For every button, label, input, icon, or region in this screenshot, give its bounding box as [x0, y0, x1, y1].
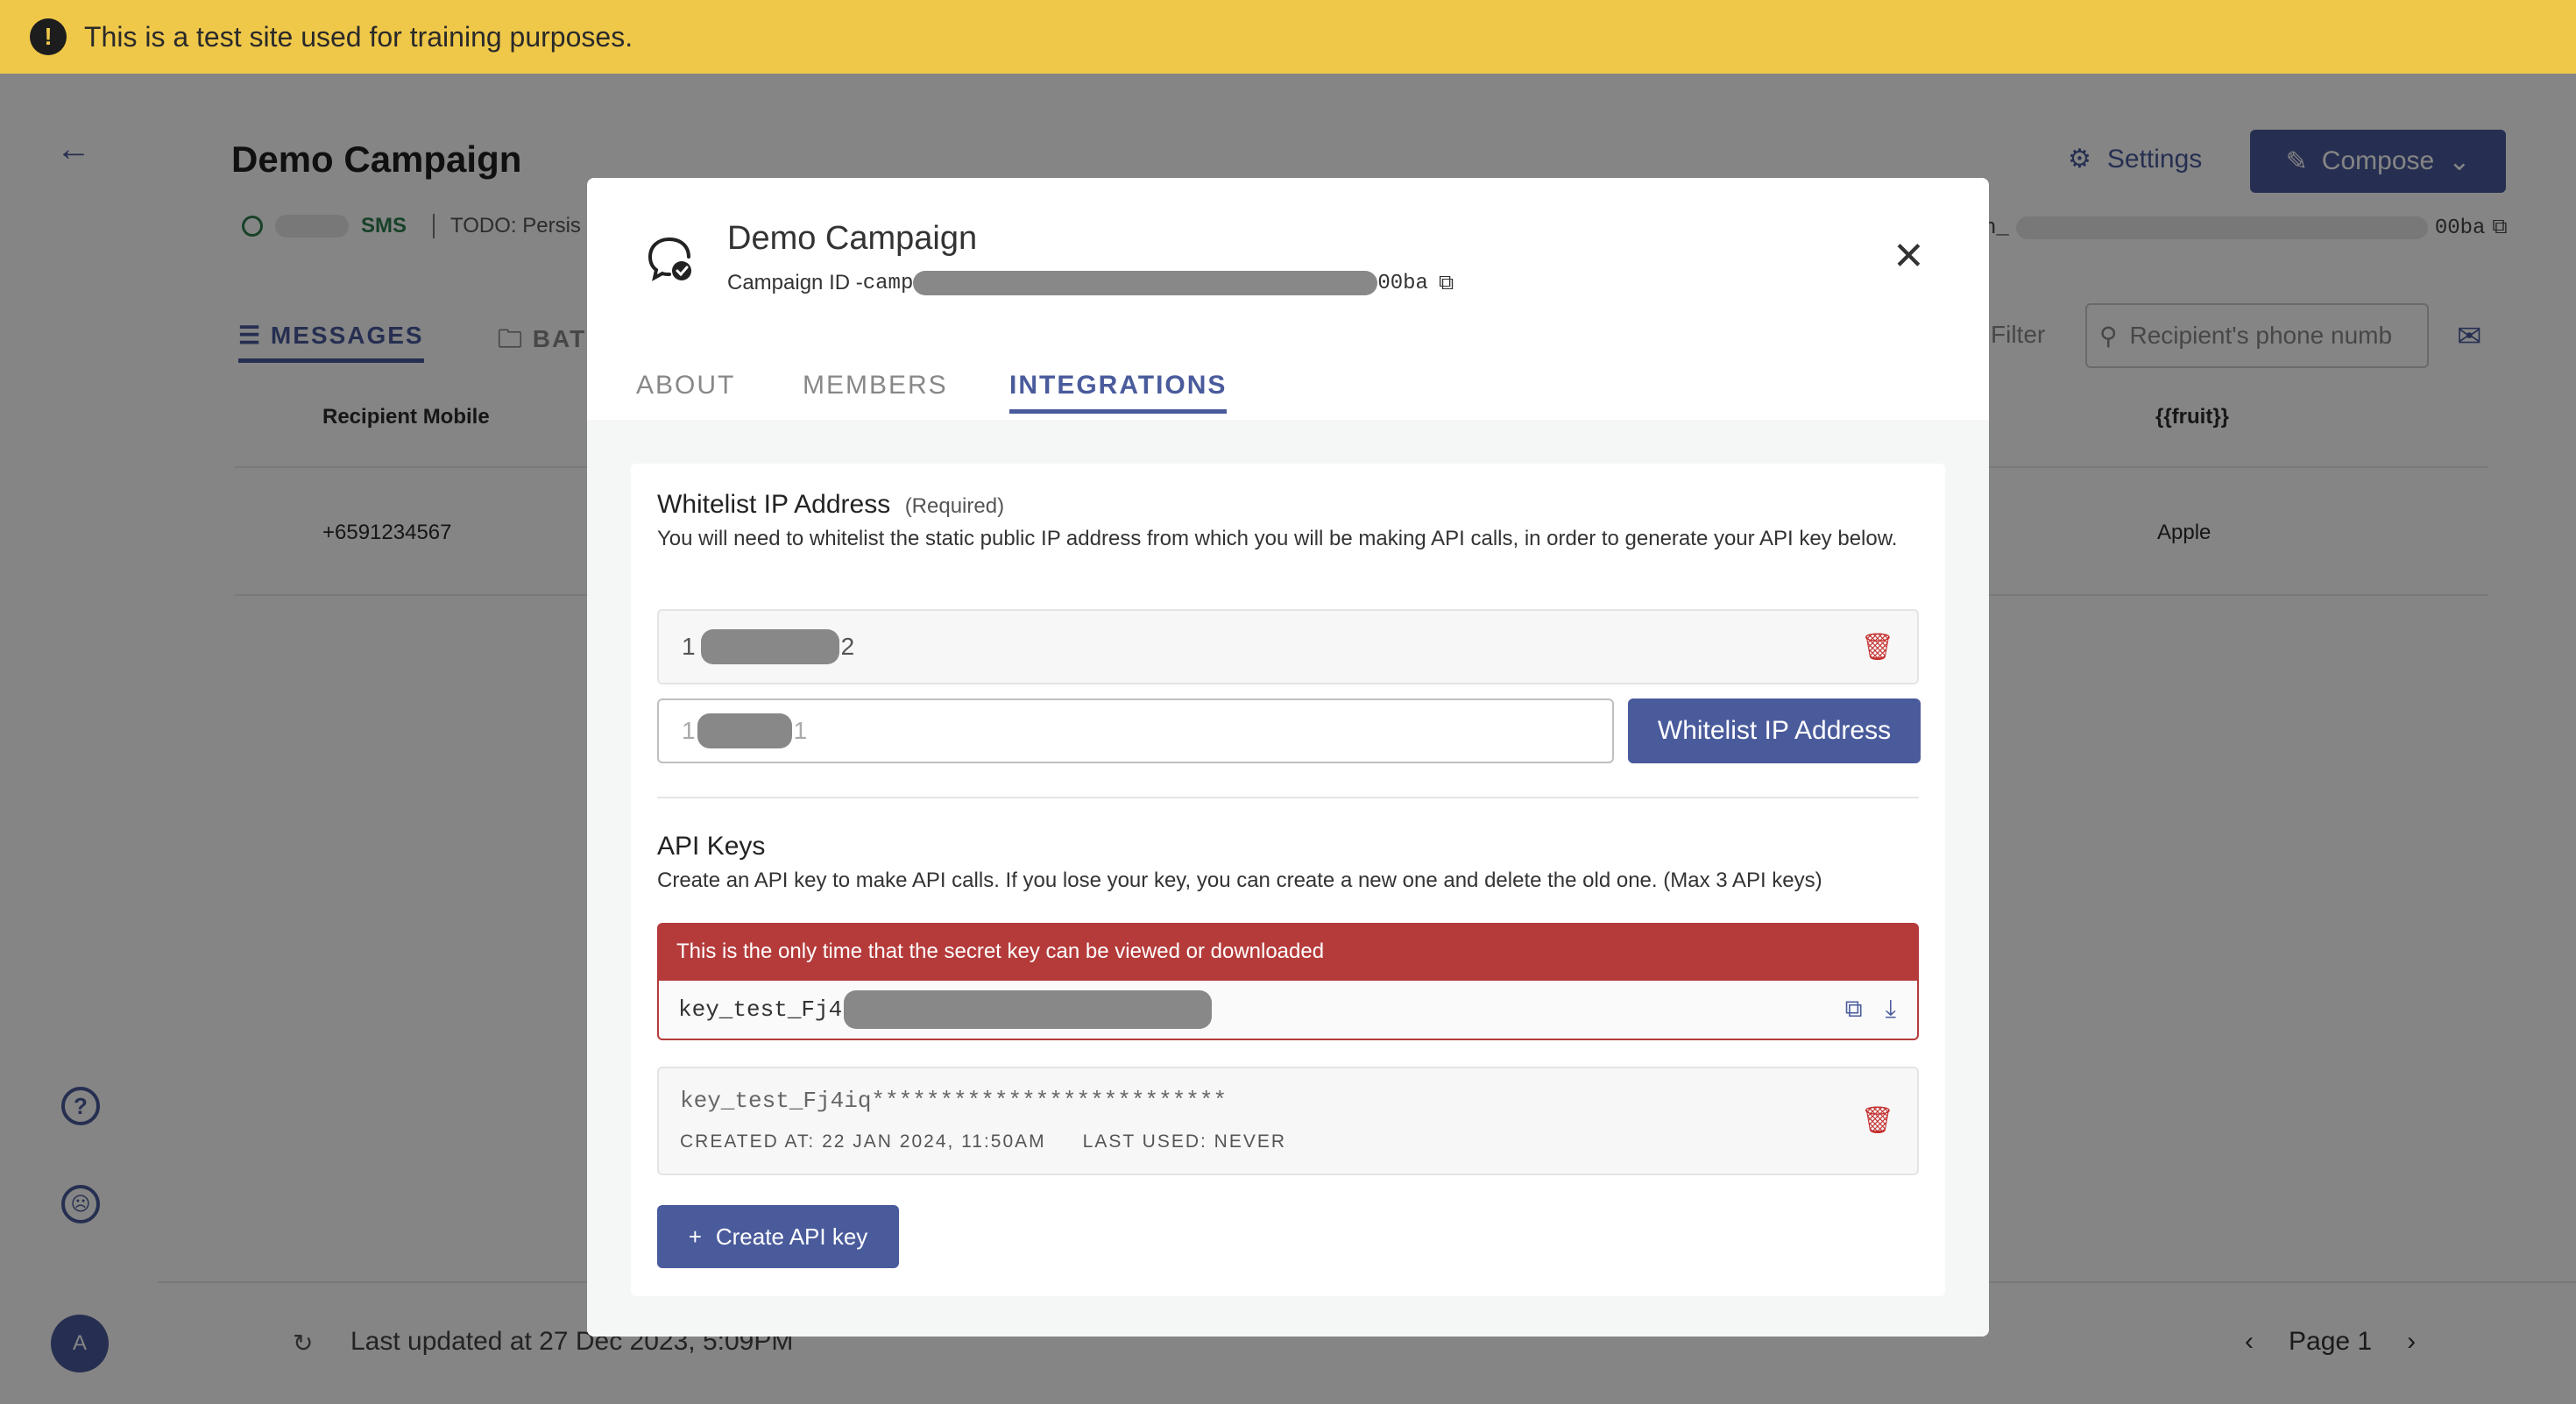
whitelisted-ip-row: 1 2 🗑: [657, 609, 1919, 684]
api-key-meta: CREATED AT: 22 JAN 2024, 11:50AM LAST US…: [680, 1131, 1286, 1152]
tab-members[interactable]: MEMBERS: [803, 371, 948, 401]
exclamation-icon: !: [30, 18, 67, 55]
masked-api-key: key_test_Fj4iq**************************: [680, 1088, 1228, 1114]
plus-icon: +: [688, 1223, 702, 1250]
tab-about[interactable]: ABOUT: [636, 371, 735, 401]
api-keys-title: API Keys: [657, 832, 766, 861]
close-icon[interactable]: ✕: [1893, 238, 1925, 276]
delete-api-key-icon[interactable]: 🗑: [1861, 1105, 1894, 1136]
delete-ip-icon[interactable]: 🗑: [1861, 632, 1894, 663]
ip-input-end: 1: [793, 717, 808, 744]
secret-key-alert: This is the only time that the secret ke…: [657, 923, 1919, 981]
ip-input-start: 1: [682, 717, 696, 744]
secret-key-actions: ⧉ ⤓: [1845, 995, 1896, 1024]
copy-icon[interactable]: ⧉: [1439, 271, 1454, 295]
redacted-pill: [700, 629, 839, 664]
campaign-logo-icon: [648, 238, 691, 281]
whitelist-heading: Whitelist IP Address (Required): [657, 490, 1004, 520]
redacted-pill: [844, 990, 1213, 1029]
tab-integrations[interactable]: INTEGRATIONS: [1009, 371, 1228, 414]
modal-title: Demo Campaign: [727, 220, 978, 257]
campaign-id-start: camp: [862, 271, 914, 295]
banner-text: This is a test site used for training pu…: [84, 20, 633, 53]
api-key-item: key_test_Fj4iq**************************…: [657, 1067, 1919, 1175]
ip-address-input[interactable]: 1 1: [657, 698, 1614, 763]
whitelist-ip-button[interactable]: Whitelist IP Address: [1628, 698, 1921, 763]
secret-key-row: key_test_Fj4 ⧉ ⤓: [657, 981, 1919, 1040]
ip-end: 2: [840, 633, 855, 660]
download-icon[interactable]: ⤓: [1886, 995, 1896, 1024]
redacted-pill: [697, 713, 792, 748]
api-keys-description: Create an API key to make API calls. If …: [657, 869, 1822, 892]
redacted-pill: [913, 271, 1378, 295]
secret-key-prefix: key_test_Fj4: [678, 996, 843, 1023]
created-at: CREATED AT: 22 JAN 2024, 11:50AM: [680, 1131, 1046, 1152]
training-banner: ! This is a test site used for training …: [0, 0, 2576, 74]
campaign-id-end: 00ba: [1377, 271, 1428, 295]
campaign-id-row: Campaign ID - camp 00ba ⧉: [727, 271, 1454, 295]
ip-start: 1: [682, 633, 696, 660]
required-label: (Required): [904, 494, 1005, 518]
whitelist-description: You will need to whitelist the static pu…: [657, 527, 1898, 550]
last-used: LAST USED: NEVER: [1082, 1131, 1287, 1152]
create-api-key-button[interactable]: + Create API key: [657, 1205, 899, 1268]
campaign-modal: Demo Campaign Campaign ID - camp 00ba ⧉ …: [587, 178, 1989, 1337]
create-api-key-label: Create API key: [715, 1223, 868, 1250]
whitelist-title: Whitelist IP Address: [657, 490, 891, 519]
divider: [657, 797, 1919, 798]
campaign-id-label: Campaign ID -: [727, 271, 863, 294]
copy-icon[interactable]: ⧉: [1845, 995, 1863, 1024]
